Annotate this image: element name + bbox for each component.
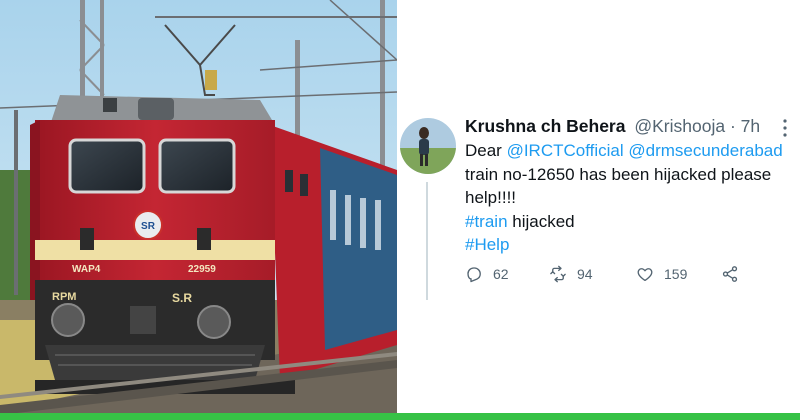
reply-icon [467,267,481,283]
display-name[interactable]: Krushna ch Behera [465,116,625,136]
reply-count: 62 [493,266,509,282]
tweet-line-2: train no-12650 has been hijacked please [465,164,772,184]
retweet-icon [550,265,566,283]
hashtag-help[interactable]: #Help [465,235,509,254]
tweet-line-3: help!!!! [465,188,517,207]
more-icon[interactable] [775,118,795,138]
text-dear: Dear [465,141,507,160]
tweet-header: Krushna ch Behera @Krishooja · 7h [465,116,760,137]
like-icon [637,268,653,282]
tweet-line-1: Dear @IRCTCofficial @drmsecunderabad [465,139,797,163]
reply-button[interactable]: 62 [465,263,509,285]
rpm-mark: RPM [52,291,76,303]
mention-irctc[interactable]: @IRCTCofficial [507,141,624,160]
tweet-line-5: #Help [465,233,797,257]
loco-class-label: WAP4 [72,264,101,275]
user-handle[interactable]: @Krishooja [634,116,725,136]
text-hijacked: hijacked [507,211,575,231]
avatar[interactable] [400,118,456,174]
shed-logo: SR [141,221,156,232]
tweet-actions: 62 94 159 [465,263,765,285]
hashtag-train[interactable]: #train [465,212,508,231]
thread-line [426,182,428,300]
share-button[interactable] [721,263,739,285]
sr-mark: S.R [172,291,192,305]
loco-number-label: 22959 [188,264,216,275]
share-icon [722,266,738,282]
header-separator: · [729,116,736,136]
train-photo: SR WAP4 22959 RPM S.R [0,0,397,420]
tweet-time[interactable]: 7h [741,116,760,136]
retweet-button[interactable]: 94 [549,263,593,285]
bottom-accent-bar [0,413,800,420]
mention-drm[interactable]: @drmsecunderabad [628,141,782,160]
like-count: 159 [664,266,688,282]
tweet-card: Krushna ch Behera @Krishooja · 7h Dear @… [397,0,800,420]
tweet-text: Dear @IRCTCofficial @drmsecunderabad tra… [465,139,797,257]
retweet-count: 94 [577,266,593,282]
tweet-line-4: #train hijacked [465,210,797,234]
like-button[interactable]: 159 [636,263,687,285]
